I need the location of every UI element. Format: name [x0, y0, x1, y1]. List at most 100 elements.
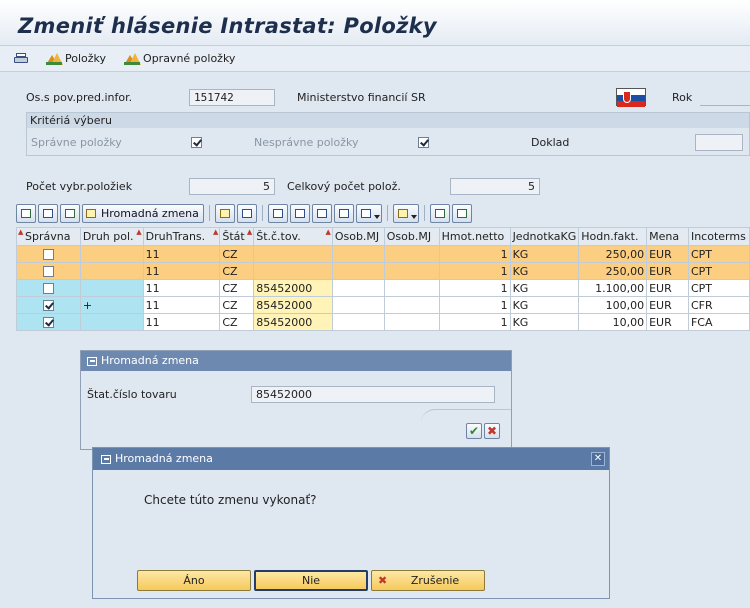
- incoterms-cell[interactable]: CFR: [687, 296, 750, 314]
- edit-button[interactable]: [60, 203, 80, 223]
- no-button[interactable]: Nie: [254, 570, 368, 591]
- sort-descending-button[interactable]: [289, 203, 310, 223]
- incoterms-cell[interactable]: CPT: [687, 245, 750, 263]
- transaction-cell[interactable]: 11: [142, 262, 221, 280]
- supp-unit-1-cell[interactable]: [331, 245, 385, 263]
- search-next-button[interactable]: [333, 203, 354, 223]
- table-row[interactable]: +11 CZ 85452000 1 KG 100,00 EUR CFR: [16, 296, 750, 314]
- commodity-code-cell[interactable]: 85452000: [253, 296, 333, 314]
- unit-cell[interactable]: KG: [509, 262, 580, 280]
- column-header-net-weight[interactable]: Hmot.netto: [438, 227, 511, 246]
- column-header-commodity-code[interactable]: Št.č.tov. ▲: [253, 227, 333, 246]
- currency-cell[interactable]: EUR: [646, 245, 689, 263]
- commodity-code-cell[interactable]: [253, 245, 333, 263]
- export-button[interactable]: [429, 203, 450, 223]
- row-correct-checkbox[interactable]: [42, 317, 54, 328]
- column-header-transaction[interactable]: DruhTrans. ▲: [142, 227, 221, 246]
- net-weight-cell[interactable]: 1: [438, 313, 511, 331]
- currency-cell[interactable]: EUR: [646, 296, 689, 314]
- search-button[interactable]: [311, 203, 332, 223]
- print-button[interactable]: [14, 52, 28, 65]
- find-button[interactable]: [38, 203, 58, 223]
- correct-checkbox-cell[interactable]: [16, 279, 81, 297]
- unit-cell[interactable]: KG: [509, 313, 580, 331]
- state-cell[interactable]: CZ: [219, 245, 255, 263]
- correct-items-checkbox[interactable]: [191, 137, 202, 148]
- row-correct-checkbox[interactable]: [42, 249, 54, 260]
- invoice-value-cell[interactable]: 1.100,00: [578, 279, 648, 297]
- unit-cell[interactable]: KG: [509, 279, 580, 297]
- column-header-supp-unit-2[interactable]: Osob.MJ: [383, 227, 440, 246]
- commodity-code-cell[interactable]: 85452000: [253, 313, 333, 331]
- supp-unit-2-cell[interactable]: [383, 296, 440, 314]
- correct-checkbox-cell[interactable]: [16, 313, 81, 331]
- row-correct-checkbox[interactable]: [42, 283, 54, 294]
- transaction-cell[interactable]: 11: [142, 279, 221, 297]
- reporting-party-field[interactable]: 151742: [189, 88, 275, 106]
- supp-unit-2-cell[interactable]: [383, 262, 440, 280]
- column-header-incoterms[interactable]: Incoterms: [687, 227, 750, 246]
- kind-cell[interactable]: +: [79, 296, 144, 314]
- kind-cell[interactable]: [79, 279, 144, 297]
- column-header-unit-kg[interactable]: JednotkaKG: [509, 227, 580, 246]
- correct-checkbox-cell[interactable]: [16, 296, 81, 314]
- invoice-value-cell[interactable]: 10,00: [578, 313, 648, 331]
- invoice-value-cell[interactable]: 250,00: [578, 262, 648, 280]
- net-weight-cell[interactable]: 1: [438, 262, 511, 280]
- incorrect-items-checkbox[interactable]: [418, 137, 429, 148]
- net-weight-cell[interactable]: 1: [438, 245, 511, 263]
- correct-checkbox-cell[interactable]: [16, 262, 81, 280]
- supp-unit-2-cell[interactable]: [383, 245, 440, 263]
- items-button[interactable]: Položky: [46, 52, 106, 65]
- row-correct-checkbox[interactable]: [42, 300, 54, 311]
- state-cell[interactable]: CZ: [219, 279, 255, 297]
- unit-cell[interactable]: KG: [509, 245, 580, 263]
- table-row[interactable]: 11 CZ 85452000 1 KG 1.100,00 EUR CPT: [16, 279, 750, 297]
- mass-change-button[interactable]: Hromadná zmena: [82, 203, 204, 223]
- commodity-code-field[interactable]: 85452000: [251, 386, 495, 403]
- net-weight-cell[interactable]: 1: [438, 296, 511, 314]
- incoterms-cell[interactable]: CPT: [687, 262, 750, 280]
- sort-ascending-button[interactable]: [267, 203, 288, 223]
- invoice-value-cell[interactable]: 250,00: [578, 245, 648, 263]
- currency-cell[interactable]: EUR: [646, 262, 689, 280]
- confirm-button[interactable]: ✔: [466, 423, 482, 439]
- cancel-operation-button[interactable]: ✖ Zrušenie: [371, 570, 485, 591]
- supp-unit-2-cell[interactable]: [383, 279, 440, 297]
- kind-cell[interactable]: [79, 262, 144, 280]
- layout-button[interactable]: [392, 203, 419, 223]
- incoterms-cell[interactable]: CPT: [687, 279, 750, 297]
- deselect-all-button[interactable]: [236, 203, 257, 223]
- close-dialog-button[interactable]: ✕: [591, 452, 605, 466]
- currency-cell[interactable]: EUR: [646, 279, 689, 297]
- kind-cell[interactable]: [79, 313, 144, 331]
- transaction-cell[interactable]: 11: [142, 296, 221, 314]
- commodity-code-cell[interactable]: [253, 262, 333, 280]
- correction-items-button[interactable]: Opravné položky: [124, 52, 235, 65]
- supp-unit-2-cell[interactable]: [383, 313, 440, 331]
- currency-cell[interactable]: EUR: [646, 313, 689, 331]
- correct-checkbox-cell[interactable]: [16, 245, 81, 263]
- column-header-correct[interactable]: ▲ Správna: [16, 227, 81, 246]
- unit-cell[interactable]: KG: [509, 296, 580, 314]
- print-preview-button[interactable]: [451, 203, 472, 223]
- supp-unit-1-cell[interactable]: [331, 279, 385, 297]
- details-button[interactable]: [16, 203, 36, 223]
- row-correct-checkbox[interactable]: [42, 266, 54, 277]
- commodity-code-cell[interactable]: 85452000: [253, 279, 333, 297]
- net-weight-cell[interactable]: 1: [438, 279, 511, 297]
- state-cell[interactable]: CZ: [219, 296, 255, 314]
- supp-unit-1-cell[interactable]: [331, 296, 385, 314]
- state-cell[interactable]: CZ: [219, 262, 255, 280]
- table-row[interactable]: 11 CZ 85452000 1 KG 10,00 EUR FCA: [16, 313, 750, 331]
- incoterms-cell[interactable]: FCA: [687, 313, 750, 331]
- yes-button[interactable]: Áno: [137, 570, 251, 591]
- cancel-button[interactable]: ✖: [484, 423, 500, 439]
- column-header-kind[interactable]: Druh pol. ▲: [79, 227, 144, 246]
- column-header-invoice-value[interactable]: Hodn.fakt.: [578, 227, 648, 246]
- supp-unit-1-cell[interactable]: [331, 313, 385, 331]
- column-header-state[interactable]: Štát ▲: [219, 227, 255, 246]
- column-header-supp-unit-1[interactable]: Osob.MJ: [331, 227, 385, 246]
- transaction-cell[interactable]: 11: [142, 245, 221, 263]
- transaction-cell[interactable]: 11: [142, 313, 221, 331]
